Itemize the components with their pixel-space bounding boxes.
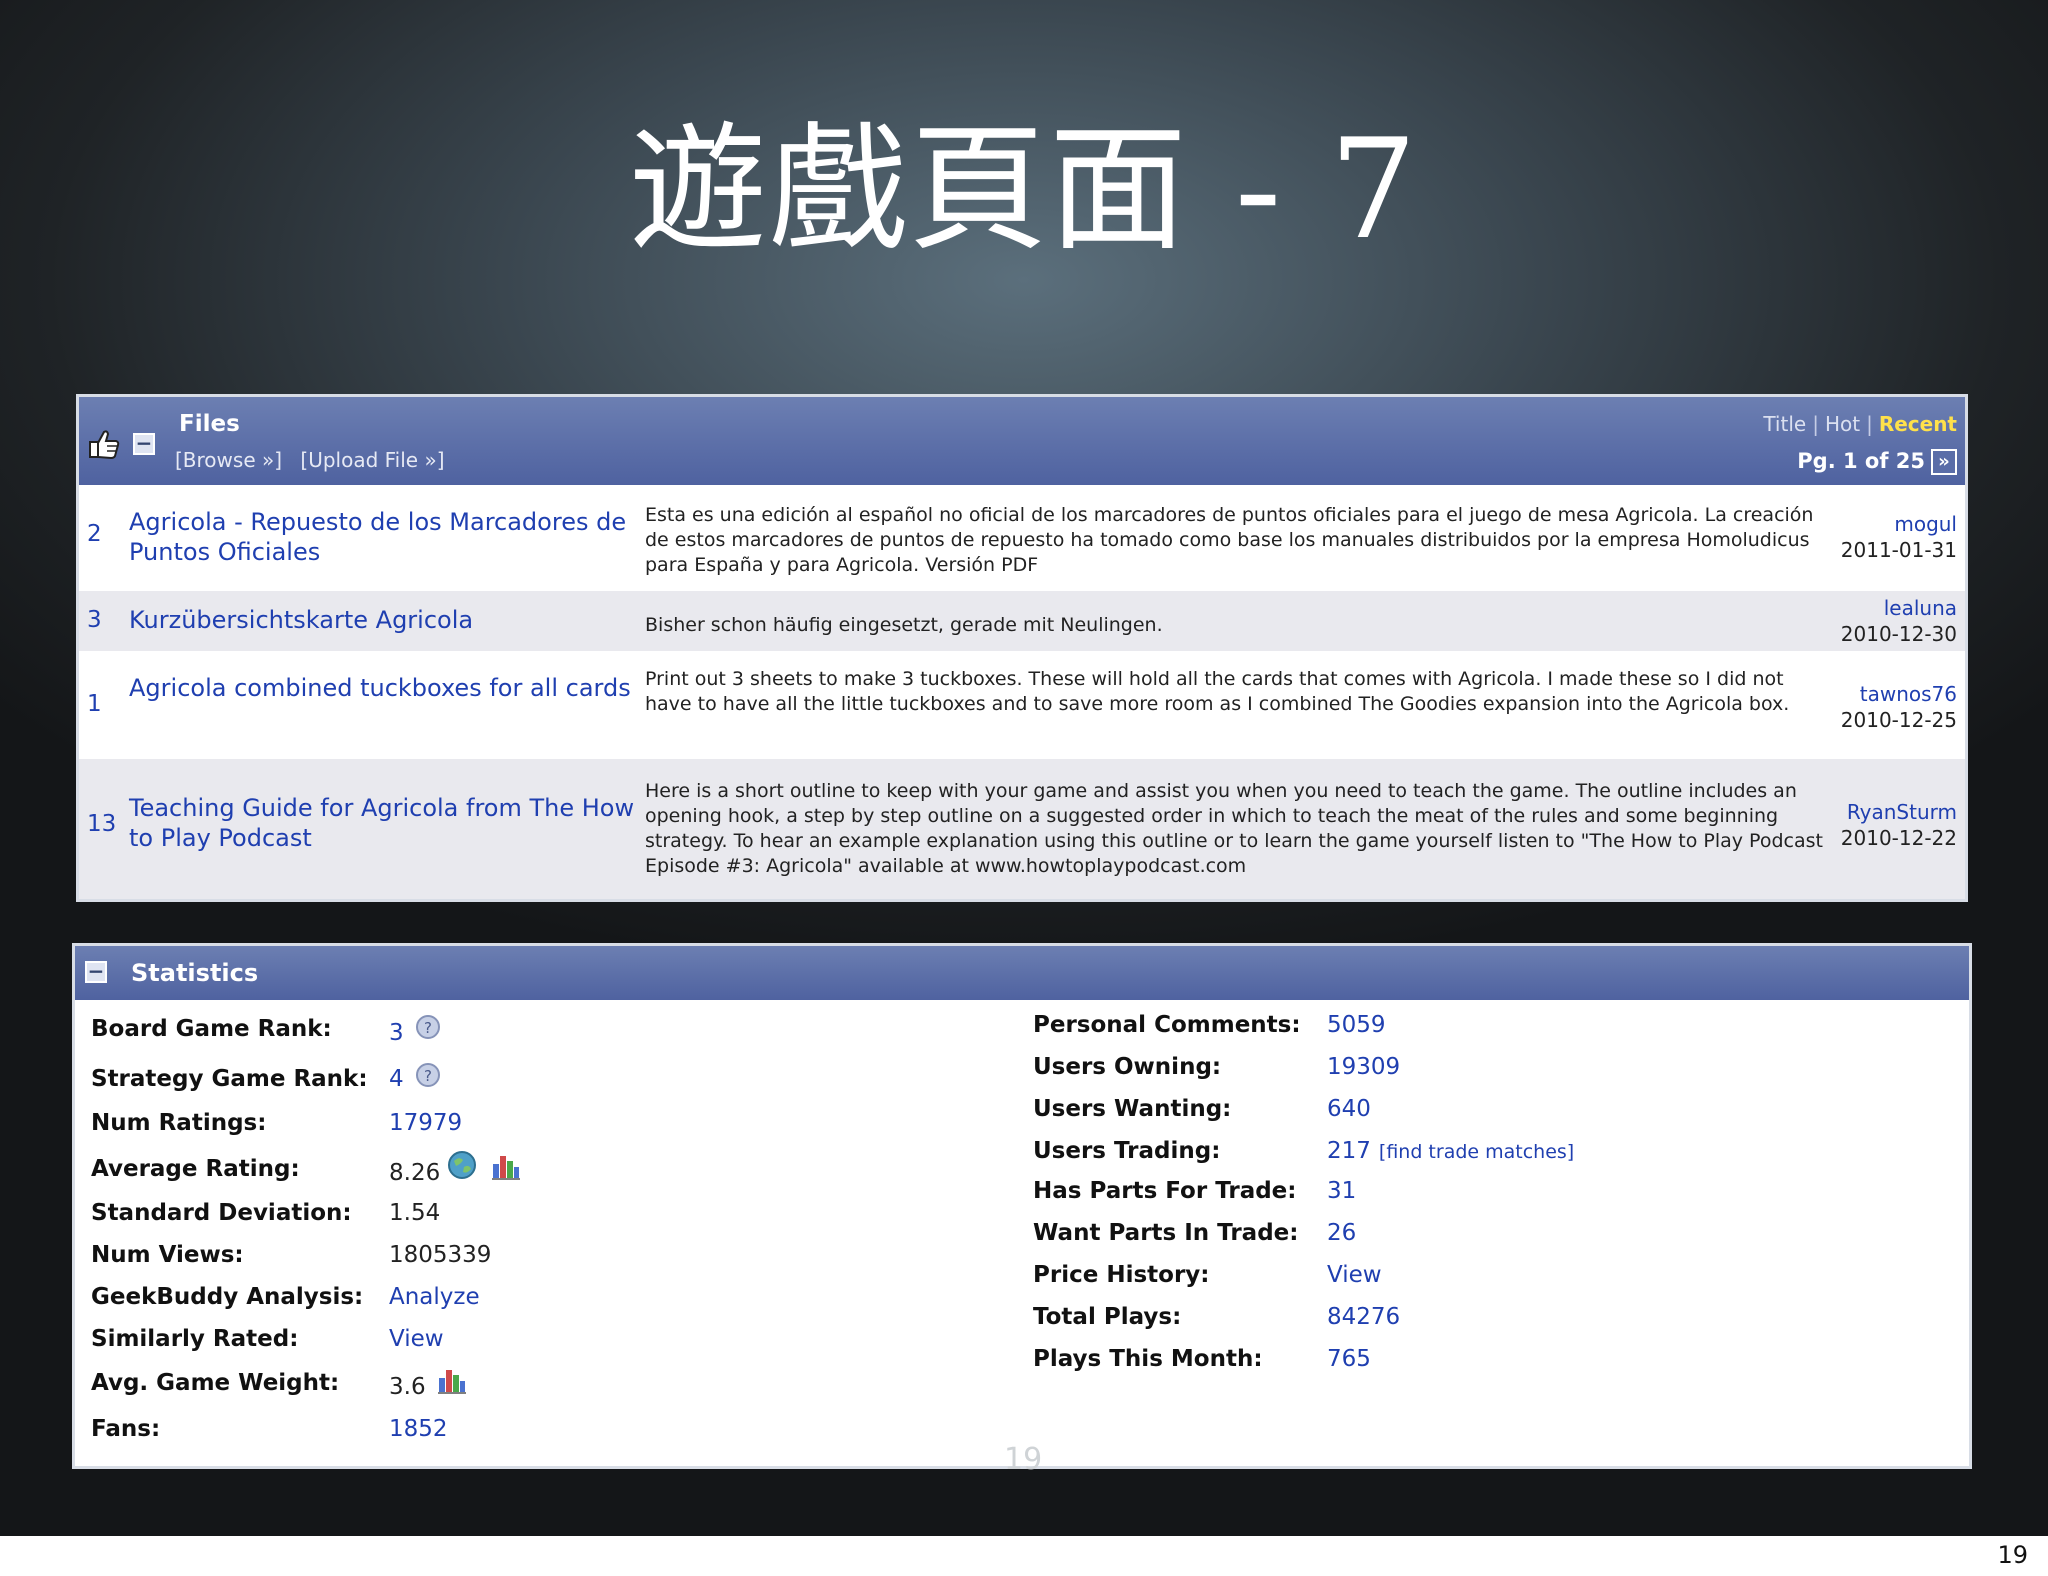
stat-value[interactable]: 84276 [1327,1302,1400,1332]
upload-file-link[interactable]: [Upload File »] [300,448,444,472]
stat-value: 1.54 [389,1200,441,1226]
stat-value[interactable]: 17979 [389,1108,462,1138]
file-date: 2010-12-22 [1840,826,1957,850]
files-links: [Browse »] [Upload File »] [175,447,457,473]
file-name-link[interactable]: Kurzübersichtskarte Agricola [129,605,639,635]
stat-label: Board Game Rank: [91,1016,332,1042]
stat-label: Personal Comments: [1033,1012,1301,1038]
stat-label: Users Wanting: [1033,1096,1232,1122]
file-date: 2010-12-30 [1840,622,1957,646]
statistics-panel: − Statistics Board Game Rank: 3 ? Strate… [72,943,1972,1469]
bar-chart-icon[interactable] [437,1366,467,1394]
files-title: Files [179,411,240,437]
stat-label: Num Ratings: [91,1110,267,1136]
sort-hot-link[interactable]: Hot [1825,412,1860,436]
stat-value: 8.26 [389,1160,441,1186]
file-description: Esta es una edición al español no oficia… [645,504,1814,576]
stat-label: Want Parts In Trade: [1033,1220,1299,1246]
sort-links: Title | Hot | Recent [1763,412,1957,436]
statistics-title: Statistics [131,959,259,987]
file-user-link[interactable]: mogul [1894,511,1957,537]
info-icon[interactable]: ? [415,1062,441,1088]
file-count: 3 [87,607,102,633]
file-description: Bisher schon häufig eingesetzt, gerade m… [645,614,1163,636]
geekbuddy-analyze-link[interactable]: Analyze [389,1282,480,1312]
browse-link[interactable]: [Browse »] [175,448,282,472]
statistics-header: − Statistics [75,946,1969,1000]
file-row: 3 Kurzübersichtskarte Agricola Bisher sc… [79,591,1965,651]
files-collapse-icon[interactable]: − [133,433,155,455]
bar-chart-icon[interactable] [491,1152,521,1180]
info-icon[interactable]: ? [415,1014,441,1040]
file-user-link[interactable]: RyanSturm [1847,799,1957,825]
file-count: 2 [87,521,102,547]
ghost-page-number: 19 [1004,1442,1043,1477]
globe-icon[interactable] [447,1150,477,1180]
svg-text:?: ? [424,1019,432,1037]
file-name-link[interactable]: Agricola - Repuesto de los Marcadores de… [129,507,639,567]
similarly-rated-view-link[interactable]: View [389,1324,444,1354]
stat-label: Price History: [1033,1262,1210,1288]
file-row: 2 Agricola - Repuesto de los Marcadores … [79,485,1965,591]
file-row: 13 Teaching Guide for Agricola from The … [79,759,1965,899]
stat-value: 217 [find trade matches] [1327,1136,1574,1167]
file-name-link[interactable]: Teaching Guide for Agricola from The How… [129,793,639,853]
file-count: 13 [87,811,117,837]
stat-label: Average Rating: [91,1156,300,1182]
stat-label: Num Views: [91,1242,244,1268]
pager-text: Pg. 1 of 25 [1797,449,1925,473]
file-date: 2010-12-25 [1840,708,1957,732]
stat-label: Has Parts For Trade: [1033,1178,1297,1204]
pager: Pg. 1 of 25» [1797,447,1957,475]
file-date: 2011-01-31 [1840,538,1957,562]
stat-label: Avg. Game Weight: [91,1370,340,1396]
stat-label: GeekBuddy Analysis: [91,1284,364,1310]
stat-value: 3.6 [389,1374,426,1400]
stat-value[interactable]: 19309 [1327,1052,1400,1082]
pager-next-button[interactable]: » [1931,449,1957,475]
stat-label: Fans: [91,1416,161,1442]
files-panel: − Files [Browse »] [Upload File »] Title… [76,394,1968,902]
stat-value[interactable]: 5059 [1327,1010,1386,1040]
slide: 遊戲頁面 - 7 − Files [Browse »] [Upload File… [0,0,2048,1536]
stat-label: Users Owning: [1033,1054,1222,1080]
find-trade-matches-link[interactable]: [find trade matches] [1379,1141,1574,1163]
stat-value: 1805339 [389,1242,492,1268]
file-name-link[interactable]: Agricola combined tuckboxes for all card… [129,673,639,703]
file-description: Here is a short outline to keep with you… [645,780,1823,877]
page-number: 19 [1997,1541,2028,1569]
thumbs-up-icon[interactable] [87,427,121,461]
file-user-link[interactable]: tawnos76 [1860,681,1957,707]
users-trading-value[interactable]: 217 [1327,1138,1371,1164]
stat-value[interactable]: 640 [1327,1094,1371,1124]
stat-label: Similarly Rated: [91,1326,299,1352]
sort-recent-link[interactable]: Recent [1879,412,1957,436]
stat-label: Total Plays: [1033,1304,1182,1330]
sort-title-link[interactable]: Title [1763,412,1806,436]
file-description: Print out 3 sheets to make 3 tuckboxes. … [645,668,1790,715]
file-count: 1 [87,691,102,717]
svg-text:?: ? [424,1067,432,1085]
files-header: − Files [Browse »] [Upload File »] Title… [79,397,1965,485]
stat-label: Standard Deviation: [91,1200,352,1226]
stat-label: Users Trading: [1033,1138,1221,1164]
stat-label: Plays This Month: [1033,1346,1263,1372]
stat-value[interactable]: 765 [1327,1344,1371,1374]
slide-title: 遊戲頁面 - 7 [628,109,1420,270]
price-history-view-link[interactable]: View [1327,1260,1382,1290]
stat-label: Strategy Game Rank: [91,1066,368,1092]
file-user-link[interactable]: lealuna [1884,595,1957,621]
stat-value[interactable]: 3 [389,1018,404,1048]
stat-value[interactable]: 26 [1327,1218,1356,1248]
file-row: 1 Agricola combined tuckboxes for all ca… [79,651,1965,759]
stat-value[interactable]: 31 [1327,1176,1356,1206]
statistics-collapse-icon[interactable]: − [85,961,107,983]
stat-value[interactable]: 1852 [389,1414,448,1444]
stat-value[interactable]: 4 [389,1064,404,1094]
